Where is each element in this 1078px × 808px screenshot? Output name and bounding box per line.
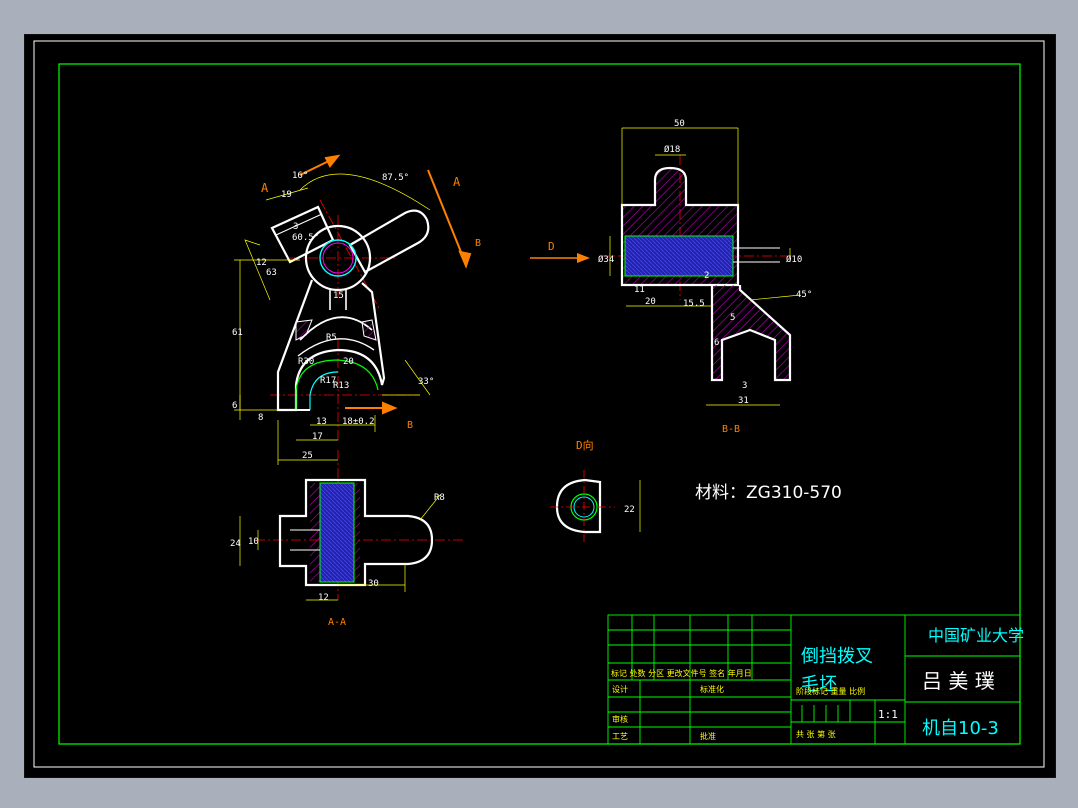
tb-row-5: 批准: [700, 731, 716, 741]
dim-63: 63: [266, 268, 277, 278]
section-label-a1: A: [261, 181, 269, 195]
section-aa: 24 10 R8 30 12 A-A: [230, 450, 465, 628]
dim-3a: 3: [293, 222, 298, 232]
dim-8: 8: [258, 413, 263, 423]
dim-r30: R30: [298, 357, 314, 367]
dim-22: 22: [624, 505, 635, 515]
dim-16deg: 16°: [292, 171, 308, 181]
section-bb: 50 Ø18 Ø34 Ø10 20 11 15.5 45° 6 2 5 3 31…: [530, 119, 812, 435]
inner-border: [58, 63, 1021, 745]
dim-r8: R8: [434, 493, 445, 503]
dim-r5: R5: [326, 333, 337, 343]
tb-sheet-labels: 共 张 第 张: [796, 729, 836, 739]
dim-87-5deg: 87.5°: [382, 173, 409, 183]
outer-border: [33, 40, 1045, 768]
dim-60-5deg: 60.5°: [292, 233, 319, 243]
dim-phi10: Ø10: [786, 254, 802, 265]
dim-24: 24: [230, 539, 241, 549]
tb-stage-labels: 阶段标记 重量 比例: [796, 686, 865, 696]
dim-3: 3: [742, 381, 747, 391]
part-name: 倒挡拨叉: [801, 646, 873, 667]
view-d-label: D向: [576, 438, 594, 452]
tb-row-2: 标准化: [700, 684, 724, 694]
dim-5: 5: [730, 313, 735, 323]
dim-50: 50: [674, 119, 685, 129]
dim-20: 20: [343, 357, 354, 367]
dim-18-tol: 18±0.2: [342, 417, 375, 427]
university: 中国矿业大学: [928, 626, 1024, 645]
material-text: 材料：ZG310-570: [695, 483, 842, 503]
section-label-b1: B: [475, 238, 481, 249]
dim-2: 2: [704, 271, 709, 281]
tb-row-4: 工艺: [612, 732, 628, 741]
dim-20-bb: 20: [645, 297, 656, 307]
section-label-b2: B: [407, 420, 413, 431]
main-view: A A B B 16° 87.5° 19 60.5° 3 12 63 61 6 …: [232, 154, 481, 465]
dim-31: 31: [738, 396, 749, 406]
author: 吕 美 璞: [922, 669, 995, 693]
cad-drawing: A A B B 16° 87.5° 19 60.5° 3 12 63 61 6 …: [33, 40, 1045, 768]
view-d-arrow-label: D: [548, 240, 555, 253]
dim-13: 13: [316, 417, 327, 427]
section-label-a2: A: [453, 175, 461, 189]
dim-phi34: Ø34: [598, 254, 614, 265]
dim-11: 11: [634, 285, 645, 295]
dim-17: 17: [312, 432, 323, 442]
tb-row-3: 审核: [612, 714, 628, 724]
dim-19: 19: [281, 190, 292, 200]
dim-33deg: 33°: [418, 377, 434, 387]
class-code: 机自10-3: [922, 718, 999, 739]
dim-25: 25: [302, 451, 313, 461]
view-d: D向 22: [550, 438, 641, 545]
section-aa-label: A-A: [328, 617, 346, 628]
dim-phi18: Ø18: [664, 144, 680, 155]
dim-12b: 12: [318, 593, 329, 603]
dim-6-bb: 6: [714, 338, 719, 348]
scale: 1:1: [878, 708, 898, 721]
dim-r13: R13: [333, 381, 349, 391]
section-bb-label: B-B: [722, 424, 740, 435]
tb-row-1: 设计: [612, 684, 628, 694]
dim-6: 6: [232, 401, 237, 411]
dim-61: 61: [232, 328, 243, 338]
dim-12: 12: [256, 258, 267, 268]
dim-15-5: 15.5: [683, 299, 705, 309]
tb-row-0: 标记 处数 分区 更改文件号 签名 年月日: [611, 668, 752, 678]
dim-45deg: 45°: [796, 290, 812, 300]
dim-15: 15: [333, 291, 344, 301]
dim-30: 30: [368, 579, 379, 589]
dim-10: 10: [248, 537, 259, 547]
